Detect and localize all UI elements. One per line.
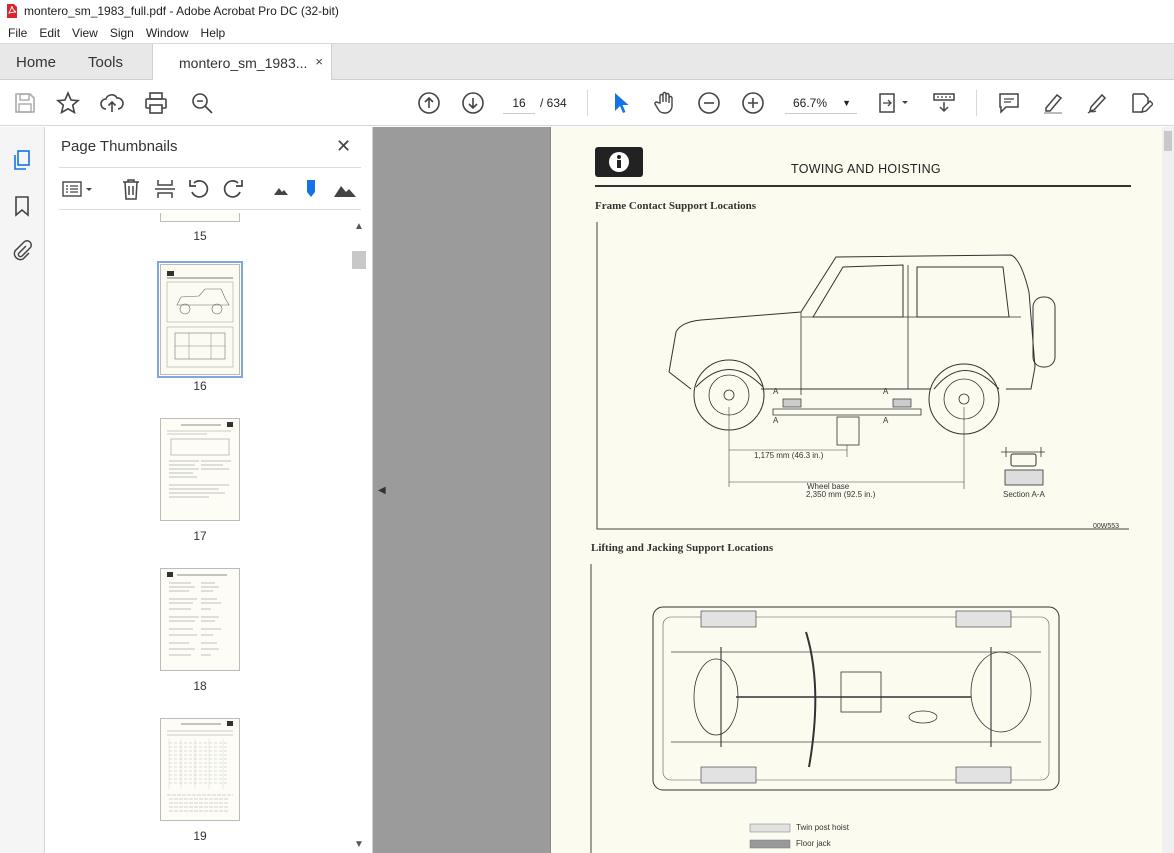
- thumbnail-page-selected[interactable]: [157, 261, 243, 378]
- title-bar: montero_sm_1983_full.pdf - Adobe Acrobat…: [0, 0, 1174, 22]
- panel-divider: [59, 209, 361, 210]
- cloud-upload-icon[interactable]: [100, 91, 124, 115]
- tab-bar: Home Tools montero_sm_1983... ×: [0, 43, 1174, 81]
- rotate-counterclockwise-icon[interactable]: [187, 177, 211, 201]
- menu-help[interactable]: Help: [195, 26, 232, 40]
- section-aa-label: Section A-A: [1003, 490, 1045, 499]
- thumbnail-options-icon[interactable]: [61, 177, 95, 201]
- thumbnail-preview: [167, 422, 233, 498]
- rotate-clockwise-icon[interactable]: [221, 177, 245, 201]
- thumbnail-size-large-icon[interactable]: [333, 177, 357, 201]
- menu-window[interactable]: Window: [140, 26, 195, 40]
- attachments-paperclip-icon[interactable]: [11, 239, 33, 261]
- panel-title: Page Thumbnails: [61, 138, 178, 155]
- document-scrollbar[interactable]: [1162, 127, 1174, 853]
- collapse-panel-icon[interactable]: ◀: [378, 485, 388, 501]
- left-navigation-rail: [0, 127, 45, 853]
- menu-bar: File Edit View Sign Window Help: [0, 22, 1174, 43]
- page-fit-icon[interactable]: [876, 91, 912, 115]
- highlight-pen-icon[interactable]: [1041, 91, 1065, 115]
- tab-home[interactable]: Home: [16, 44, 56, 80]
- tab-tools[interactable]: Tools: [88, 44, 123, 80]
- page-thumbnails-icon[interactable]: [11, 149, 33, 171]
- thumbnail-page[interactable]: [160, 418, 240, 521]
- thumbnail-label: 16: [193, 379, 207, 393]
- thumbnail-preview: [167, 721, 233, 812]
- thumbnail-slider-icon[interactable]: [299, 177, 323, 201]
- marker-a: A: [883, 387, 889, 396]
- menu-view[interactable]: View: [66, 26, 104, 40]
- zoom-in-icon[interactable]: [741, 91, 765, 115]
- thumbnail-page[interactable]: [160, 213, 240, 222]
- menu-sign[interactable]: Sign: [104, 26, 140, 40]
- figure-code: 00W553: [1093, 523, 1120, 530]
- legend-twin-post-hoist: Twin post hoist: [796, 823, 849, 832]
- toolbar-divider: [587, 90, 588, 116]
- page-thumbnails-panel: Page Thumbnails ✕ 15 16 17 18 19 ▲ ▼: [45, 127, 373, 853]
- next-page-icon[interactable]: [461, 91, 485, 115]
- wheelbase-value: 2,350 mm (92.5 in.): [806, 490, 876, 499]
- menu-file[interactable]: File: [2, 26, 33, 40]
- page-number-input[interactable]: 16: [503, 92, 535, 114]
- thumbnail-preview: [167, 572, 227, 656]
- thumbnail-list: 15 16 17 18 19: [45, 213, 351, 853]
- thumbnail-label: 17: [193, 529, 207, 543]
- document-view: ◀ TOWING AND HOISTING Frame Contact Supp…: [373, 127, 1174, 853]
- zoom-level-select[interactable]: 66.7% ▼: [785, 92, 857, 114]
- zoom-out-icon[interactable]: [697, 91, 721, 115]
- window-title: montero_sm_1983_full.pdf - Adobe Acrobat…: [24, 4, 339, 18]
- section-heading-lifting-jacking: Lifting and Jacking Support Locations: [591, 542, 774, 554]
- print-icon[interactable]: [144, 91, 168, 115]
- toolbar-divider: [976, 90, 977, 116]
- tab-close-icon[interactable]: ×: [315, 54, 323, 69]
- scroll-up-icon[interactable]: ▲: [354, 221, 364, 232]
- delete-page-icon[interactable]: [119, 177, 143, 201]
- star-bookmark-icon[interactable]: [56, 90, 80, 115]
- edit-pdf-icon[interactable]: [1129, 91, 1154, 115]
- zoom-search-icon[interactable]: [190, 91, 214, 115]
- marker-a: A: [883, 416, 889, 425]
- marker-a: A: [773, 387, 779, 396]
- scroll-down-icon[interactable]: ▼: [354, 839, 364, 850]
- thumbnail-scrollbar[interactable]: ▲ ▼: [350, 213, 368, 853]
- thumbnail-toolbar: [57, 175, 363, 203]
- draw-sign-icon[interactable]: [1085, 91, 1109, 115]
- comment-icon[interactable]: [997, 91, 1021, 115]
- thumbnail-label: 15: [193, 229, 207, 243]
- previous-page-icon[interactable]: [417, 91, 441, 115]
- pdf-file-icon: [7, 4, 17, 18]
- dimension-label: 1,175 mm (46.3 in.): [754, 451, 824, 460]
- panel-divider: [59, 167, 361, 168]
- extract-pages-icon[interactable]: [153, 177, 177, 201]
- zoom-level-value: 66.7%: [793, 96, 828, 110]
- scrollbar-thumb[interactable]: [1164, 131, 1172, 151]
- bookmarks-icon[interactable]: [11, 195, 33, 217]
- tab-document-label: montero_sm_1983...: [179, 54, 308, 71]
- thumbnail-preview: [166, 271, 234, 368]
- main-toolbar: 16 / 634 66.7% ▼: [0, 80, 1174, 126]
- save-icon[interactable]: [13, 91, 37, 115]
- panel-close-icon[interactable]: ✕: [336, 136, 351, 157]
- thumbnail-page[interactable]: [160, 568, 240, 671]
- legend-floor-jack: Floor jack: [796, 839, 831, 848]
- hand-tool-icon[interactable]: [653, 91, 677, 115]
- page-total: / 634: [540, 96, 567, 110]
- tab-document[interactable]: montero_sm_1983... ×: [152, 44, 332, 81]
- menu-edit[interactable]: Edit: [33, 26, 66, 40]
- scrollbar-thumb[interactable]: [352, 251, 366, 269]
- thumbnail-label: 18: [193, 679, 207, 693]
- pdf-page: TOWING AND HOISTING Frame Contact Suppor…: [550, 127, 1162, 853]
- thumbnail-size-small-icon[interactable]: [269, 177, 293, 201]
- select-cursor-icon[interactable]: [609, 91, 633, 115]
- scroll-mode-icon[interactable]: [932, 91, 956, 115]
- thumbnail-page[interactable]: [160, 718, 240, 821]
- thumbnail-label: 19: [193, 829, 207, 843]
- chevron-down-icon: ▼: [842, 98, 851, 108]
- marker-a: A: [773, 416, 779, 425]
